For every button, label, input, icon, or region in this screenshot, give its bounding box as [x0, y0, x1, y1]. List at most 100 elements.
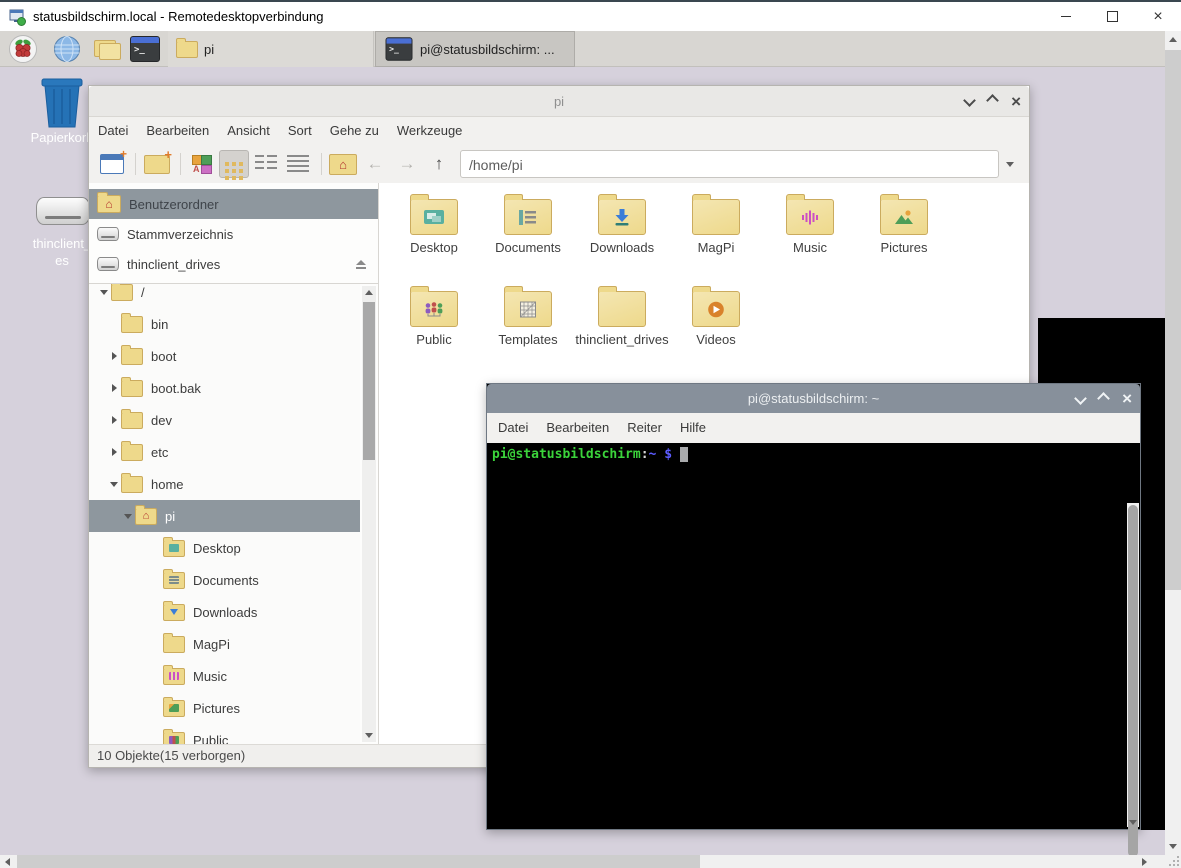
place-label: thinclient_drives	[127, 257, 220, 272]
raspberry-menu-icon[interactable]	[8, 34, 38, 64]
tree-item-dev[interactable]: dev	[89, 404, 360, 436]
browser-globe-icon[interactable]	[52, 34, 82, 64]
tree-item-documents[interactable]: Documents	[89, 564, 360, 596]
desktop-trash-icon[interactable]	[38, 75, 86, 129]
tree-item-magpi[interactable]: MagPi	[89, 628, 360, 660]
menu-sort[interactable]: Sort	[279, 117, 321, 145]
back-button[interactable]: ←	[360, 150, 390, 178]
file-downloads[interactable]: Downloads	[575, 191, 669, 279]
terminal-launcher-icon[interactable]	[130, 34, 160, 64]
terminal-scrollbar-thumb[interactable]	[1128, 505, 1138, 855]
rdp-app-icon	[9, 9, 26, 26]
compact-view-button[interactable]	[251, 150, 281, 178]
tree-scrollbar[interactable]	[362, 286, 376, 742]
drive-icon	[97, 257, 119, 271]
rdp-titlebar[interactable]: statusbildschirm.local - Remotedesktopve…	[0, 0, 1181, 31]
home-button[interactable]: ⌂	[328, 150, 358, 178]
up-button[interactable]: ↑	[424, 150, 454, 178]
tree-item-home[interactable]: home	[89, 468, 360, 500]
menu-gehezu[interactable]: Gehe zu	[321, 117, 388, 145]
tree-scrollbar-thumb[interactable]	[363, 302, 375, 460]
file-music[interactable]: Music	[763, 191, 857, 279]
menu-datei[interactable]: Datei	[489, 414, 537, 442]
file-manager-title: pi	[89, 94, 1029, 109]
place-label: Stammverzeichnis	[127, 227, 233, 242]
rdp-horizontal-scrollbar[interactable]	[0, 855, 1165, 868]
file-desktop[interactable]: Desktop	[387, 191, 481, 279]
task-label: pi	[204, 42, 214, 57]
vertical-scrollbar-thumb[interactable]	[1165, 50, 1181, 590]
tree-item-pi[interactable]: ⌂ pi	[89, 500, 360, 532]
file-templates[interactable]: Templates	[481, 283, 575, 371]
terminal-scrollbar[interactable]	[1127, 503, 1139, 827]
terminal-titlebar[interactable]: pi@statusbildschirm: ~ ×	[487, 384, 1140, 413]
minimize-icon[interactable]	[1043, 2, 1089, 31]
place-thinclient-drives[interactable]: thinclient_drives	[89, 249, 378, 279]
menu-werkzeuge[interactable]: Werkzeuge	[388, 117, 472, 145]
file-manager-toolbar: ⌂ ← → ↑ /home/pi	[89, 145, 1029, 184]
menu-bearbeiten[interactable]: Bearbeiten	[537, 414, 618, 442]
taskbar-task-pi[interactable]: pi	[168, 31, 374, 67]
tree-item-bin[interactable]: bin	[89, 308, 360, 340]
tree-item-etc[interactable]: etc	[89, 436, 360, 468]
file-manager-titlebar[interactable]: pi ×	[89, 86, 1029, 117]
remote-desktop: Papierkorb thinclient_ es	[0, 31, 1165, 855]
icon-view-button[interactable]	[219, 150, 249, 178]
tree-item-public[interactable]: Public	[89, 724, 360, 744]
path-dropdown-button[interactable]	[999, 150, 1021, 178]
file-pictures[interactable]: Pictures	[857, 191, 951, 279]
file-videos[interactable]: Videos	[669, 283, 763, 371]
terminal-window: pi@statusbildschirm: ~ × Datei Bearbeite…	[486, 383, 1141, 830]
close-icon[interactable]: ×	[1122, 390, 1132, 407]
horizontal-scrollbar-thumb[interactable]	[17, 855, 700, 868]
tree-item-pictures[interactable]: Pictures	[89, 692, 360, 724]
tree-item-music[interactable]: Music	[89, 660, 360, 692]
file-documents[interactable]: Documents	[481, 191, 575, 279]
maximize-icon[interactable]	[988, 92, 997, 110]
place-label: Benutzerordner	[129, 197, 219, 212]
tree-item-boot-bak[interactable]: boot.bak	[89, 372, 360, 404]
window-controls: ×	[1076, 384, 1132, 413]
directory-tree: / bin boot boot.bak	[89, 284, 360, 744]
eject-icon[interactable]	[356, 260, 366, 269]
close-icon[interactable]: ×	[1011, 93, 1021, 110]
file-manager-icon[interactable]	[92, 34, 122, 64]
tree-item-boot[interactable]: boot	[89, 340, 360, 372]
rdp-window-controls: ×	[1043, 2, 1181, 31]
new-folder-button[interactable]	[142, 150, 172, 178]
tree-item-desktop[interactable]: Desktop	[89, 532, 360, 564]
place-root[interactable]: Stammverzeichnis	[89, 219, 378, 249]
resize-grip[interactable]	[1165, 855, 1181, 868]
terminal-output[interactable]: pi@statusbildschirm:~ $	[487, 443, 1140, 829]
forward-button[interactable]: →	[392, 150, 422, 178]
maximize-icon[interactable]	[1089, 2, 1135, 31]
path-input[interactable]: /home/pi	[460, 150, 999, 178]
minimize-icon[interactable]	[965, 92, 974, 110]
taskbar: pi pi@statusbildschirm: ...	[0, 31, 1165, 67]
rdp-vertical-scrollbar[interactable]	[1165, 31, 1181, 855]
file-public[interactable]: Public	[387, 283, 481, 371]
menu-bearbeiten[interactable]: Bearbeiten	[137, 117, 218, 145]
maximize-icon[interactable]	[1099, 390, 1108, 408]
menu-reiter[interactable]: Reiter	[618, 414, 671, 442]
close-icon[interactable]: ×	[1135, 2, 1181, 31]
menu-hilfe[interactable]: Hilfe	[671, 414, 715, 442]
harddisk-icon	[97, 227, 119, 241]
tree-item-root[interactable]: /	[89, 284, 360, 308]
menu-datei[interactable]: Datei	[89, 117, 137, 145]
file-manager-menubar: Datei Bearbeiten Ansicht Sort Gehe zu We…	[89, 117, 1029, 145]
place-home[interactable]: ⌂ Benutzerordner	[89, 189, 378, 219]
detailed-view-button[interactable]	[283, 150, 313, 178]
minimize-icon[interactable]	[1076, 390, 1085, 408]
menu-ansicht[interactable]: Ansicht	[218, 117, 279, 145]
thumbnail-view-button[interactable]	[187, 150, 217, 178]
home-folder-icon: ⌂	[97, 195, 121, 213]
desktop-drive-icon[interactable]	[36, 197, 90, 225]
tree-item-downloads[interactable]: Downloads	[89, 596, 360, 628]
rdp-window-title: statusbildschirm.local - Remotedesktopve…	[33, 2, 323, 31]
shell-prompt: pi@statusbildschirm:~ $	[487, 443, 1140, 462]
taskbar-task-terminal[interactable]: pi@statusbildschirm: ...	[375, 31, 575, 67]
file-magpi[interactable]: MagPi	[669, 191, 763, 279]
new-window-button[interactable]	[97, 150, 127, 178]
file-thinclient-drives[interactable]: thinclient_drives	[575, 283, 669, 371]
